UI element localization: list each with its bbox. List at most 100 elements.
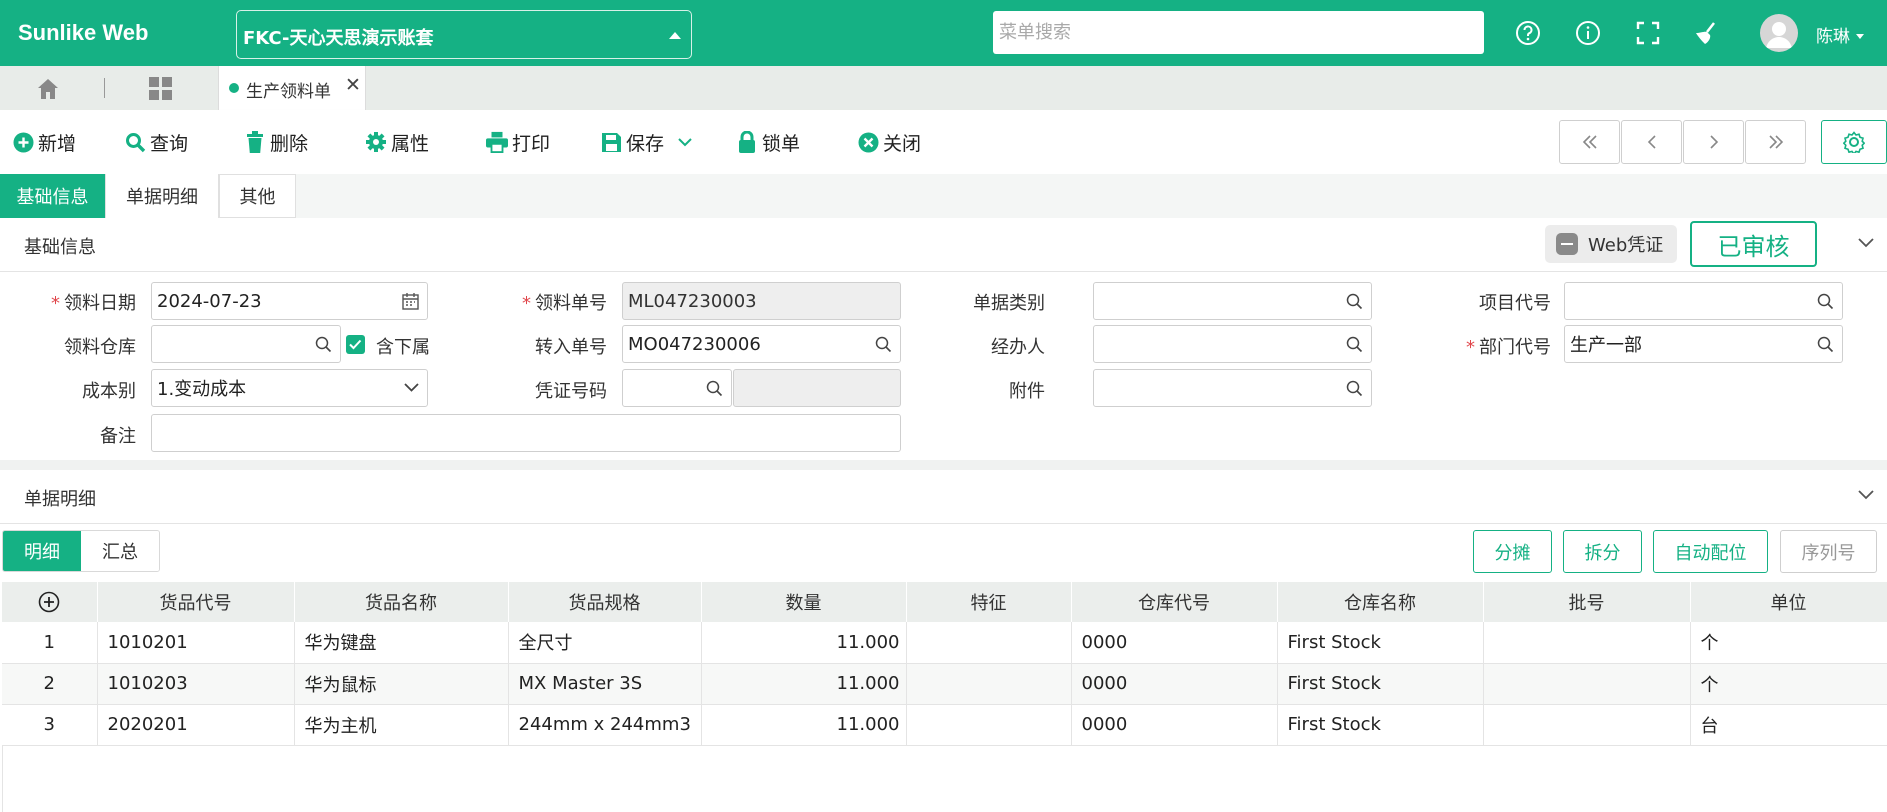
handler-field[interactable] xyxy=(1093,325,1372,363)
lock-button[interactable]: 锁单 xyxy=(736,129,800,155)
web-voucher-button[interactable]: Web凭证 xyxy=(1545,225,1677,263)
cell-spec[interactable]: 244mm x 244mm3 xyxy=(508,704,702,746)
col-header[interactable]: 仓库代号 xyxy=(1071,582,1278,622)
apps-grid-icon[interactable] xyxy=(148,76,173,101)
cell-qty[interactable]: 11.000 xyxy=(701,663,907,705)
account-selector[interactable]: FKC-天心天思演示账套 xyxy=(236,10,692,59)
tab-material-requisition[interactable]: 生产领料单 ✕ xyxy=(218,66,366,110)
remark-input[interactable] xyxy=(151,414,901,452)
properties-button[interactable]: 属性 xyxy=(365,129,429,155)
search-icon[interactable] xyxy=(1346,293,1363,310)
avatar[interactable] xyxy=(1760,14,1798,52)
cell-name[interactable]: 华为键盘 xyxy=(294,622,509,664)
cost-type-select[interactable]: 1.变动成本 xyxy=(151,369,428,407)
fullscreen-icon[interactable] xyxy=(1634,19,1662,47)
allocate-button[interactable]: 分摊 xyxy=(1473,530,1552,573)
tab-other[interactable]: 其他 xyxy=(219,174,296,218)
user-menu[interactable]: 陈琳 xyxy=(1816,22,1864,47)
search-icon[interactable] xyxy=(1817,293,1834,310)
cell-unit[interactable]: 台 xyxy=(1690,704,1887,746)
home-icon[interactable] xyxy=(36,77,60,101)
calendar-icon[interactable] xyxy=(402,293,419,310)
save-button[interactable]: 保存 xyxy=(600,129,692,155)
cell-feature[interactable] xyxy=(906,622,1072,664)
serial-number-button[interactable]: 序列号 xyxy=(1780,530,1877,573)
search-icon[interactable] xyxy=(315,336,332,353)
table-row[interactable]: 3 2020201 华为主机 244mm x 244mm3 11.000 000… xyxy=(2,704,1887,746)
search-icon[interactable] xyxy=(1346,336,1363,353)
delete-button[interactable]: 删除 xyxy=(244,129,308,155)
col-header[interactable]: 仓库名称 xyxy=(1277,582,1484,622)
cell-wh-name[interactable]: First Stock xyxy=(1277,704,1484,746)
query-button[interactable]: 查询 xyxy=(124,129,188,155)
cell-code[interactable]: 2020201 xyxy=(97,704,295,746)
cell-spec[interactable]: MX Master 3S xyxy=(508,663,702,705)
save-dropdown-icon[interactable] xyxy=(678,137,692,147)
col-header[interactable]: 货品规格 xyxy=(508,582,702,622)
help-icon[interactable] xyxy=(1514,19,1542,47)
info-icon[interactable] xyxy=(1574,19,1602,47)
split-button[interactable]: 拆分 xyxy=(1563,530,1642,573)
collapse-chevron-icon[interactable] xyxy=(1858,238,1874,248)
cell-batch[interactable] xyxy=(1483,704,1691,746)
col-header[interactable]: 货品代号 xyxy=(97,582,295,622)
add-row-button[interactable] xyxy=(2,582,98,622)
subtab-summary[interactable]: 汇总 xyxy=(81,531,159,571)
close-button[interactable]: 关闭 xyxy=(857,129,921,155)
new-button[interactable]: 新增 xyxy=(12,129,76,155)
warehouse-field[interactable] xyxy=(151,325,341,363)
search-icon[interactable] xyxy=(706,380,723,397)
last-record-button[interactable] xyxy=(1745,120,1806,164)
col-header[interactable]: 批号 xyxy=(1483,582,1691,622)
include-sub-checkbox[interactable] xyxy=(346,335,365,354)
auto-assign-button[interactable]: 自动配位 xyxy=(1653,530,1768,573)
cell-unit[interactable]: 个 xyxy=(1690,663,1887,705)
project-code-field[interactable] xyxy=(1564,282,1843,320)
tab-basic-info[interactable]: 基础信息 xyxy=(0,174,106,218)
cell-code[interactable]: 1010201 xyxy=(97,622,295,664)
next-record-button[interactable] xyxy=(1683,120,1744,164)
first-record-button[interactable] xyxy=(1559,120,1620,164)
tab-document-detail[interactable]: 单据明细 xyxy=(106,174,219,218)
close-tab-icon[interactable]: ✕ xyxy=(345,74,361,96)
cell-wh-code[interactable]: 0000 xyxy=(1071,622,1278,664)
cell-wh-code[interactable]: 0000 xyxy=(1071,663,1278,705)
col-header[interactable]: 特征 xyxy=(906,582,1072,622)
collapse-chevron-icon[interactable] xyxy=(1858,490,1874,500)
prev-record-button[interactable] xyxy=(1621,120,1682,164)
lock-label: 锁单 xyxy=(762,132,801,155)
voucher-no-field[interactable] xyxy=(622,369,732,407)
cell-wh-name[interactable]: First Stock xyxy=(1277,622,1484,664)
settings-button[interactable] xyxy=(1821,120,1887,164)
cell-batch[interactable] xyxy=(1483,622,1691,664)
cell-qty[interactable]: 11.000 xyxy=(701,704,907,746)
attachment-field[interactable] xyxy=(1093,369,1372,407)
cell-code[interactable]: 1010203 xyxy=(97,663,295,705)
print-button[interactable]: 打印 xyxy=(486,129,550,155)
search-icon[interactable] xyxy=(1817,336,1834,353)
cell-batch[interactable] xyxy=(1483,663,1691,705)
subtab-detail[interactable]: 明细 xyxy=(3,531,81,571)
cell-wh-name[interactable]: First Stock xyxy=(1277,663,1484,705)
search-icon[interactable] xyxy=(875,336,892,353)
cell-qty[interactable]: 11.000 xyxy=(701,622,907,664)
table-row[interactable]: 1 1010201 华为键盘 全尺寸 11.000 0000 First Sto… xyxy=(2,622,1887,664)
cell-unit[interactable]: 个 xyxy=(1690,622,1887,664)
col-header[interactable]: 数量 xyxy=(701,582,907,622)
search-icon[interactable] xyxy=(1346,380,1363,397)
doc-type-field[interactable] xyxy=(1093,282,1372,320)
table-row[interactable]: 2 1010203 华为鼠标 MX Master 3S 11.000 0000 … xyxy=(2,663,1887,705)
menu-search-input[interactable] xyxy=(993,11,1484,54)
broom-icon[interactable] xyxy=(1692,19,1720,47)
cell-wh-code[interactable]: 0000 xyxy=(1071,704,1278,746)
cell-name[interactable]: 华为鼠标 xyxy=(294,663,509,705)
cell-feature[interactable] xyxy=(906,663,1072,705)
col-header[interactable]: 单位 xyxy=(1690,582,1887,622)
cell-name[interactable]: 华为主机 xyxy=(294,704,509,746)
col-header[interactable]: 货品名称 xyxy=(294,582,509,622)
transfer-no-field[interactable]: MO047230006 xyxy=(622,325,901,363)
cell-spec[interactable]: 全尺寸 xyxy=(508,622,702,664)
dept-code-field[interactable]: 生产一部 xyxy=(1564,325,1843,363)
cell-feature[interactable] xyxy=(906,704,1072,746)
pick-date-field[interactable]: 2024-07-23 xyxy=(151,282,428,320)
